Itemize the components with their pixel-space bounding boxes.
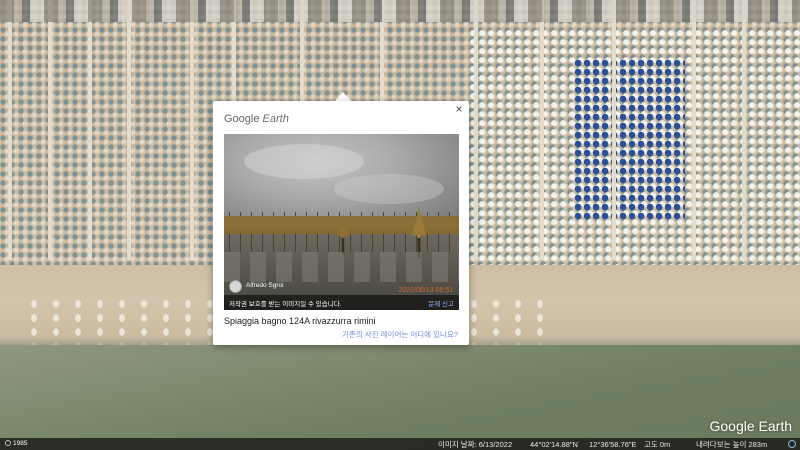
- photo-cloud: [334, 174, 444, 204]
- copyright-notice: 저작권 보호를 받는 이미지일 수 있습니다.: [229, 301, 342, 308]
- author-avatar[interactable]: [229, 280, 242, 293]
- photo-cloud: [244, 144, 364, 179]
- longitude-readout: 12°36'58.76"E: [589, 440, 637, 449]
- photo-timestamp: 2022/06/13 06:51: [398, 287, 454, 294]
- elevation-readout: 고도 0m: [644, 440, 671, 449]
- beach-path: [692, 0, 696, 260]
- photo-info-popup: × Google Earth 2022/06/13 06:51 Alfredo …: [213, 101, 469, 345]
- google-earth-watermark: Google Earth: [709, 418, 793, 434]
- sea: [0, 345, 800, 450]
- place-title: Spiaggia bagno 124A rivazzurra rimini: [224, 316, 376, 326]
- user-photo[interactable]: 2022/06/13 06:51 Alfredo Sgroi 저작권 보호를 받…: [224, 134, 459, 310]
- google-earth-brand: Google Earth: [224, 113, 289, 125]
- beach-path: [742, 0, 746, 260]
- report-problem-link[interactable]: 문제 신고: [428, 298, 454, 308]
- eye-altitude-readout: 내려다보는 높이 283m: [696, 440, 768, 449]
- historical-year: 1985: [13, 440, 28, 447]
- rooftops: [0, 0, 800, 22]
- beach-path: [474, 0, 478, 260]
- blue-umbrella-block: [575, 60, 685, 220]
- brand-google: Google: [224, 113, 260, 125]
- brand-earth: Earth: [262, 113, 289, 125]
- photo-layer-help-link[interactable]: 기존의 사진 레이어는 어디에 있나요?: [342, 329, 458, 340]
- photo-loungers: [224, 252, 459, 282]
- imagery-date: 이미지 날짜: 6/13/2022: [438, 440, 513, 449]
- beach-path: [48, 0, 52, 260]
- author-name[interactable]: Alfredo Sgroi: [246, 282, 284, 289]
- beach-path: [612, 0, 616, 260]
- beach-path: [8, 0, 12, 260]
- beach-path: [127, 0, 131, 260]
- beach-path: [190, 0, 194, 260]
- latitude-readout: 44°02'14.88"N: [530, 440, 578, 449]
- beach-path: [540, 0, 544, 260]
- historical-imagery-chip[interactable]: 1985: [3, 440, 29, 448]
- beach-path: [88, 0, 92, 260]
- loading-indicator-icon: [788, 440, 796, 448]
- status-bar: 1985 이미지 날짜: 6/13/2022 44°02'14.88"N 12°…: [0, 438, 800, 450]
- copyright-bar: 저작권 보호를 받는 이미지일 수 있습니다. 문제 신고: [224, 295, 459, 310]
- clock-icon: [5, 440, 11, 446]
- close-button[interactable]: ×: [453, 103, 465, 115]
